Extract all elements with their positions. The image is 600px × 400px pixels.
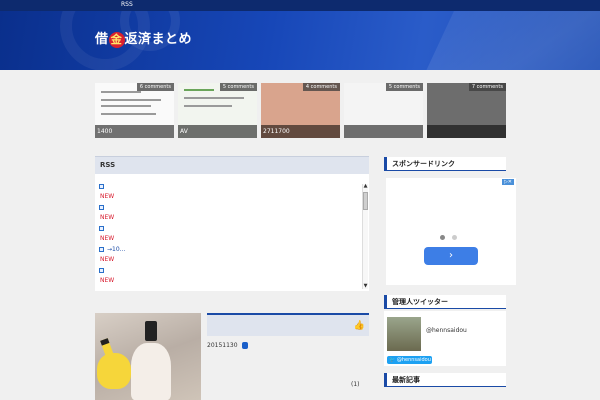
site-header: 借金返済まとめ (0, 11, 600, 70)
twitter-widget: @hennsaidou 🐦 @hennsaidou (384, 311, 506, 366)
featured-thumbnails: 6 comments 1400 5 comments AV 4 comments… (95, 83, 506, 138)
ad-banner[interactable]: ▷✕ › (386, 178, 516, 285)
comment-count-badge: 5 comments (219, 83, 257, 91)
comment-count[interactable]: (1) (351, 381, 360, 388)
new-label: NEW (100, 214, 115, 221)
thumbnail-card[interactable]: 6 comments 1400 (95, 83, 174, 138)
thumbnail-image (184, 105, 232, 107)
rss-item[interactable]: →10... NEW (99, 246, 359, 268)
post-date: 20151130 (207, 342, 238, 349)
site-title-part: 借 (95, 32, 109, 47)
thumbnail-image (184, 89, 214, 91)
feed-icon (99, 247, 104, 252)
sidebar-heading-ads: スポンサードリンク (384, 157, 506, 171)
rss-feed-header: RSS (95, 156, 369, 174)
thumbnail-caption: 1400 (95, 125, 174, 138)
ad-choices-icon[interactable]: ▷✕ (501, 179, 514, 185)
site-title-part: 返済まとめ (124, 32, 193, 47)
carousel-dot-active[interactable] (440, 235, 445, 240)
comment-count-badge: 6 comments (136, 83, 174, 91)
feed-icon (99, 268, 104, 273)
comment-count-badge: 4 comments (302, 83, 340, 91)
sidebar-heading-twitter: 管理人ツイッター (384, 295, 506, 309)
thumbnail-image (101, 99, 161, 101)
thumbnail-caption (427, 125, 506, 138)
post-thumbnail-art (131, 343, 171, 400)
comment-count-badge: 5 comments (385, 83, 423, 91)
thumbnail-image (101, 105, 151, 107)
scrollbar-thumb[interactable] (363, 192, 368, 210)
post-thumbnail-art (145, 321, 157, 341)
rss-item-title[interactable]: →10... (107, 246, 125, 253)
post-thumbnail-art (97, 353, 131, 389)
site-title[interactable]: 借金返済まとめ (95, 28, 192, 48)
thumbnail-caption: 2711700 (261, 125, 340, 138)
new-label: NEW (100, 256, 115, 263)
rss-item[interactable]: NEW (99, 205, 359, 226)
header-decoration (407, 11, 600, 70)
rss-link[interactable]: RSS (121, 1, 133, 8)
comment-count-badge: 7 comments (468, 83, 506, 91)
sidebar-heading-label: 管理人ツイッター (392, 298, 448, 306)
rss-item[interactable]: NEW (99, 184, 359, 205)
sidebar-heading-label: スポンサードリンク (392, 160, 455, 168)
twitter-follow-button[interactable]: 🐦 @hennsaidou (387, 356, 432, 364)
new-label: NEW (100, 277, 115, 284)
thumbnail-card[interactable]: 5 comments AV (178, 83, 257, 138)
thumbnail-image (101, 91, 141, 93)
thumbs-up-icon: 👍 (353, 321, 365, 331)
rss-item[interactable]: NEW (99, 226, 359, 247)
sidebar-heading-label: 最新記事 (392, 376, 420, 384)
carousel-dot[interactable] (452, 235, 457, 240)
rss-feed-title: RSS (100, 161, 116, 169)
feed-icon (99, 184, 104, 189)
thumbnail-caption (344, 125, 423, 138)
rss-item[interactable]: NEW (99, 268, 359, 289)
rss-feed-list: NEW NEW NEW →10... NEW NEW (99, 184, 359, 289)
rss-feed-widget: RSS NEW NEW NEW →10... NEW NEW (95, 156, 369, 291)
thumbnail-card[interactable]: 7 comments (427, 83, 506, 138)
sidebar-heading-recent: 最新記事 (384, 373, 506, 387)
top-bar: RSS (0, 0, 600, 11)
feed-icon (99, 226, 104, 231)
scroll-up-icon[interactable]: ▲ (363, 184, 368, 189)
post-title-bar[interactable]: 👍 (207, 313, 369, 336)
thumbnail-image (101, 113, 156, 115)
thumbnail-card[interactable]: 5 comments (344, 83, 423, 138)
avatar[interactable] (387, 317, 421, 351)
twitter-bird-icon: 🐦 (389, 357, 396, 363)
rss-scrollbar[interactable]: ▲ ▼ (362, 184, 368, 289)
site-title-mark: 金 (108, 32, 125, 48)
twitter-handle[interactable]: @hennsaidou (426, 327, 467, 334)
new-label: NEW (100, 193, 115, 200)
ad-next-button[interactable]: › (424, 247, 478, 265)
scroll-down-icon[interactable]: ▼ (363, 284, 368, 289)
new-label: NEW (100, 235, 115, 242)
twitter-follow-label: @hennsaidou (396, 357, 431, 363)
thumbnail-caption: AV (178, 125, 257, 138)
category-tag-icon[interactable] (241, 342, 248, 349)
thumbnail-image (184, 97, 244, 99)
thumbnail-card[interactable]: 4 comments 2711700 (261, 83, 340, 138)
feed-icon (99, 205, 104, 210)
post-meta: 20151130 (207, 342, 248, 349)
post-thumbnail[interactable] (95, 313, 201, 400)
